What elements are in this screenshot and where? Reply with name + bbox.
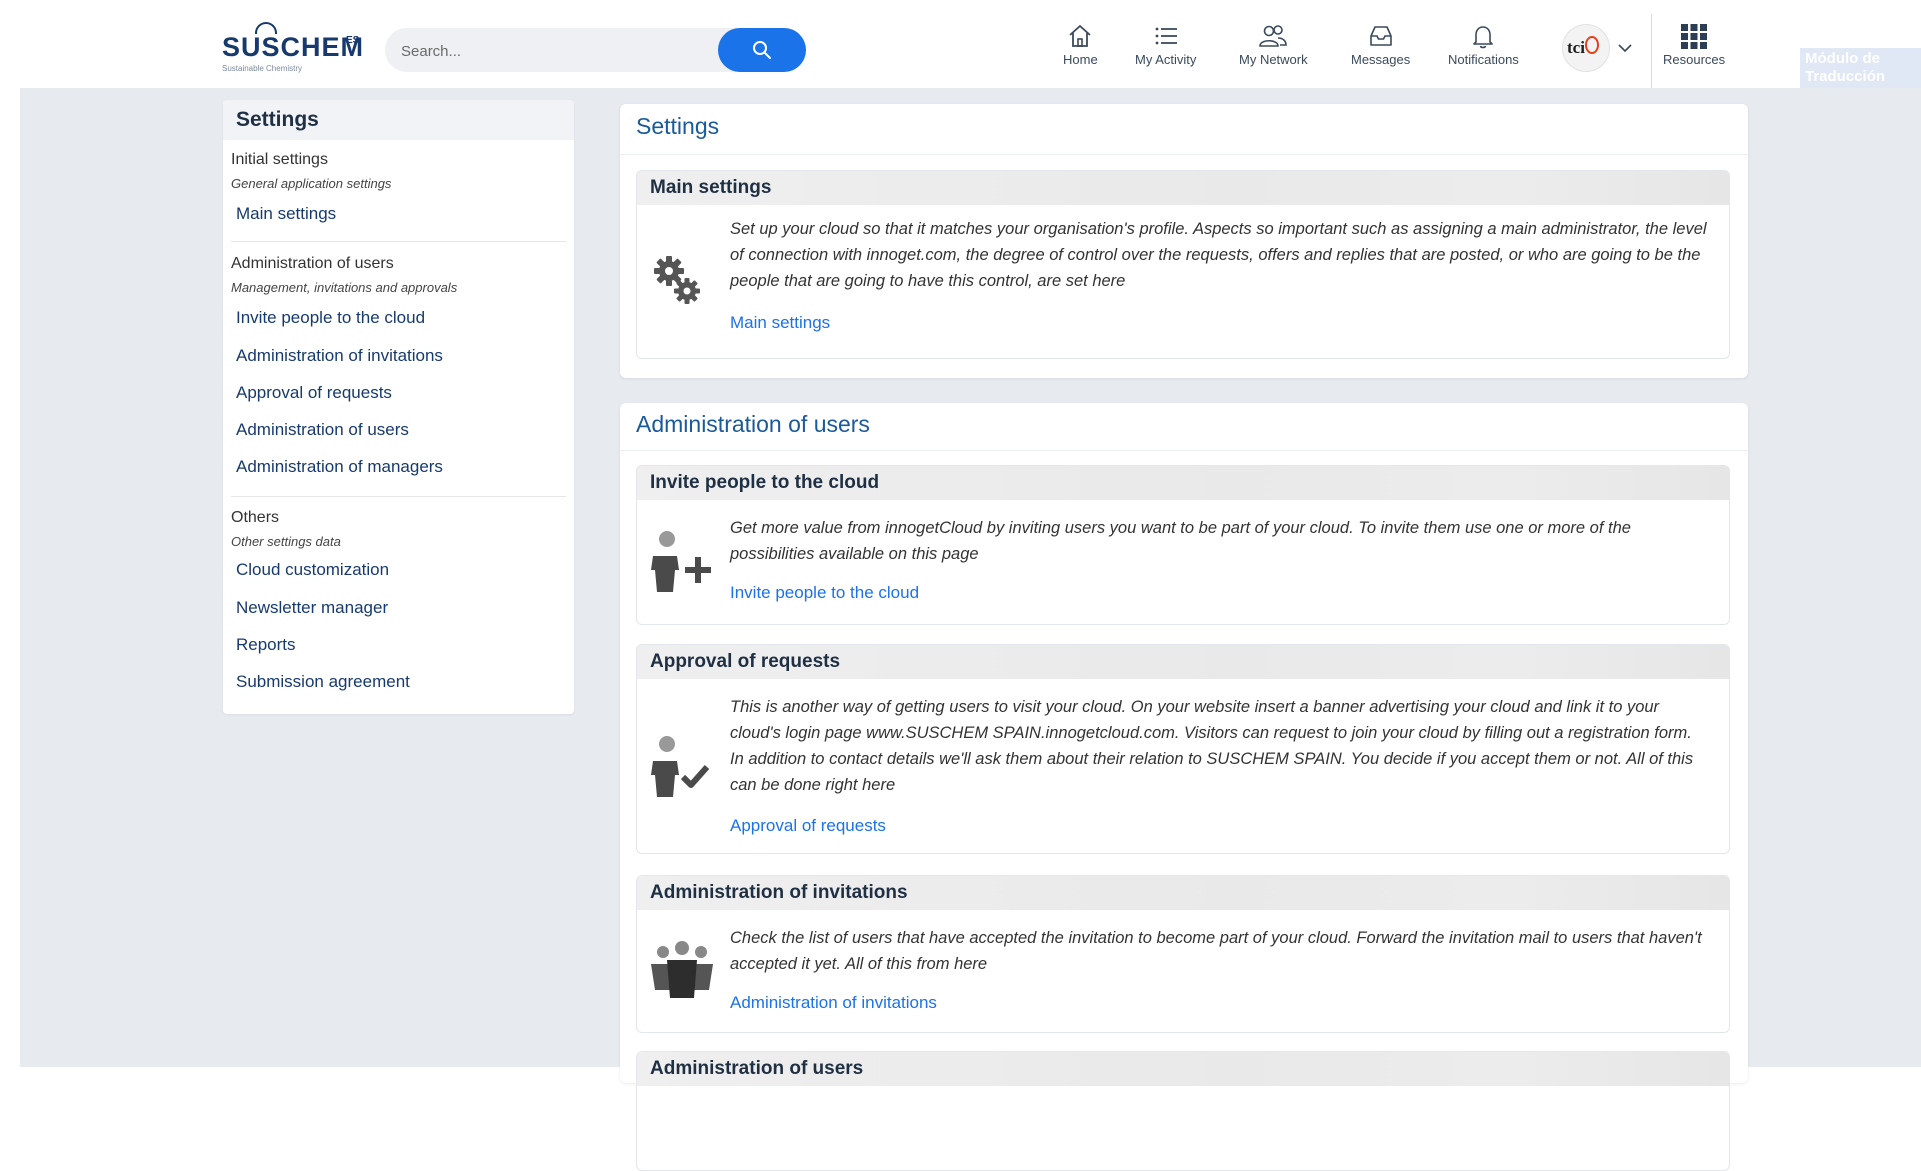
- sidebar-title: Settings: [236, 108, 319, 131]
- nav-my-activity[interactable]: My Activity: [1135, 22, 1196, 67]
- card-title: Invite people to the cloud: [650, 472, 880, 493]
- inbox-icon: [1369, 26, 1392, 46]
- sidebar-divider: [231, 241, 566, 242]
- settings-panel: Settings Main settings Set up your cloud…: [620, 104, 1748, 378]
- sidebar-link-administration-of-invitations[interactable]: Administration of invitations: [236, 346, 443, 366]
- nav-notifications[interactable]: Notifications: [1448, 22, 1519, 67]
- card-header: Main settings: [637, 171, 1729, 205]
- card-administration-of-invitations: Administration of invitations Check the …: [636, 875, 1730, 1033]
- home-icon: [1069, 25, 1091, 47]
- sidebar-group-subtitle: Management, invitations and approvals: [231, 280, 458, 295]
- nav-notifications-label: Notifications: [1448, 52, 1519, 67]
- nav-resources[interactable]: Resources: [1663, 22, 1725, 67]
- nav-my-network-label: My Network: [1239, 52, 1308, 67]
- chevron-down-icon[interactable]: [1617, 42, 1633, 54]
- sidebar-group-subtitle: General application settings: [231, 176, 392, 191]
- panel-title: Administration of users: [636, 411, 870, 437]
- nav-messages-label: Messages: [1351, 52, 1411, 67]
- sidebar-link-submission-agreement[interactable]: Submission agreement: [236, 672, 410, 692]
- search-icon: [753, 41, 771, 59]
- card-description: Get more value from innogetCloud by invi…: [730, 519, 1631, 563]
- nav-my-activity-label: My Activity: [1135, 52, 1197, 67]
- card-link-approval-of-requests[interactable]: Approval of requests: [730, 816, 886, 836]
- card-link-invite-people[interactable]: Invite people to the cloud: [730, 583, 919, 603]
- search-input[interactable]: [399, 38, 703, 64]
- search-bar: [385, 28, 806, 72]
- header-divider: [1651, 14, 1652, 88]
- sidebar-divider: [231, 496, 566, 497]
- card-description: Set up your cloud so that it matches you…: [730, 220, 1707, 290]
- card-title: Main settings: [650, 177, 772, 198]
- nav-home-label: Home: [1063, 52, 1098, 67]
- sidebar-link-cloud-customization[interactable]: Cloud customization: [236, 560, 389, 580]
- divider: [620, 450, 1748, 451]
- settings-sidebar: Settings Initial settings General applic…: [223, 100, 574, 714]
- card-main-settings: Main settings Set up your cloud so that …: [636, 170, 1730, 359]
- sidebar-group-title: Others: [231, 509, 280, 526]
- translation-module-badge[interactable]: Módulo de Traducción: [1800, 48, 1921, 88]
- administration-of-users-panel: Administration of users Invite people to…: [620, 403, 1748, 1171]
- add-user-icon: [651, 531, 711, 592]
- card-link-main-settings[interactable]: Main settings: [730, 313, 830, 333]
- gears-icon: [654, 256, 700, 304]
- logo-superscript: ES: [346, 35, 360, 46]
- card-title: Administration of invitations: [650, 882, 908, 903]
- sidebar-group-title: Administration of users: [231, 255, 394, 272]
- sidebar-group-title: Initial settings: [231, 151, 328, 168]
- sidebar-link-newsletter-manager[interactable]: Newsletter manager: [236, 598, 388, 618]
- card-description: Check the list of users that have accept…: [730, 929, 1702, 973]
- sidebar-link-administration-of-managers[interactable]: Administration of managers: [236, 457, 443, 477]
- panel-title: Settings: [636, 113, 720, 139]
- card-approval-of-requests: Approval of requests This is another way…: [636, 644, 1730, 854]
- nav-home[interactable]: Home: [1063, 22, 1098, 67]
- card-header: Invite people to the cloud: [637, 466, 1729, 500]
- avatar-logo-mark: [1585, 36, 1599, 54]
- avatar[interactable]: tci: [1562, 24, 1610, 72]
- sidebar-link-administration-of-users[interactable]: Administration of users: [236, 420, 409, 440]
- grid-icon: [1681, 24, 1708, 49]
- card-title: Approval of requests: [650, 651, 841, 672]
- logo-tagline: Sustainable Chemistry: [222, 64, 303, 73]
- card-administration-of-users: Administration of users: [636, 1051, 1730, 1171]
- list-icon: [1155, 27, 1177, 45]
- sidebar-link-reports[interactable]: Reports: [236, 635, 296, 655]
- nav-resources-label: Resources: [1663, 52, 1726, 67]
- nav-messages[interactable]: Messages: [1351, 22, 1410, 67]
- translation-badge-label: Módulo de Traducción: [1805, 50, 1886, 85]
- card-title: Administration of users: [650, 1058, 864, 1079]
- card-header: Approval of requests: [637, 645, 1729, 679]
- sidebar-group-subtitle: Other settings data: [231, 534, 341, 549]
- bell-icon: [1473, 26, 1494, 49]
- avatar-text: tci: [1567, 38, 1585, 57]
- sidebar-link-invite-people[interactable]: Invite people to the cloud: [236, 308, 425, 328]
- card-invite-people: Invite people to the cloud Get more valu…: [636, 465, 1730, 625]
- logo-text: SUSCHEM: [222, 32, 365, 62]
- sidebar-link-approval-of-requests[interactable]: Approval of requests: [236, 383, 392, 403]
- card-description: This is another way of getting users to …: [730, 698, 1694, 794]
- suschem-logo[interactable]: SUSCHEM ES Sustainable Chemistry: [222, 22, 372, 74]
- approve-user-icon: [651, 736, 710, 797]
- card-link-administration-of-invitations[interactable]: Administration of invitations: [730, 993, 937, 1013]
- search-button[interactable]: [718, 28, 806, 72]
- sidebar-header: Settings: [223, 100, 574, 140]
- card-header: Administration of invitations: [637, 876, 1729, 910]
- nav-my-network[interactable]: My Network: [1239, 22, 1308, 67]
- divider: [620, 154, 1748, 155]
- group-icon: [651, 941, 713, 998]
- card-header: Administration of users: [637, 1052, 1729, 1086]
- sidebar-link-main-settings[interactable]: Main settings: [236, 204, 336, 224]
- top-header: SUSCHEM ES Sustainable Chemistry Home My…: [0, 0, 1921, 88]
- people-icon: [1259, 25, 1288, 47]
